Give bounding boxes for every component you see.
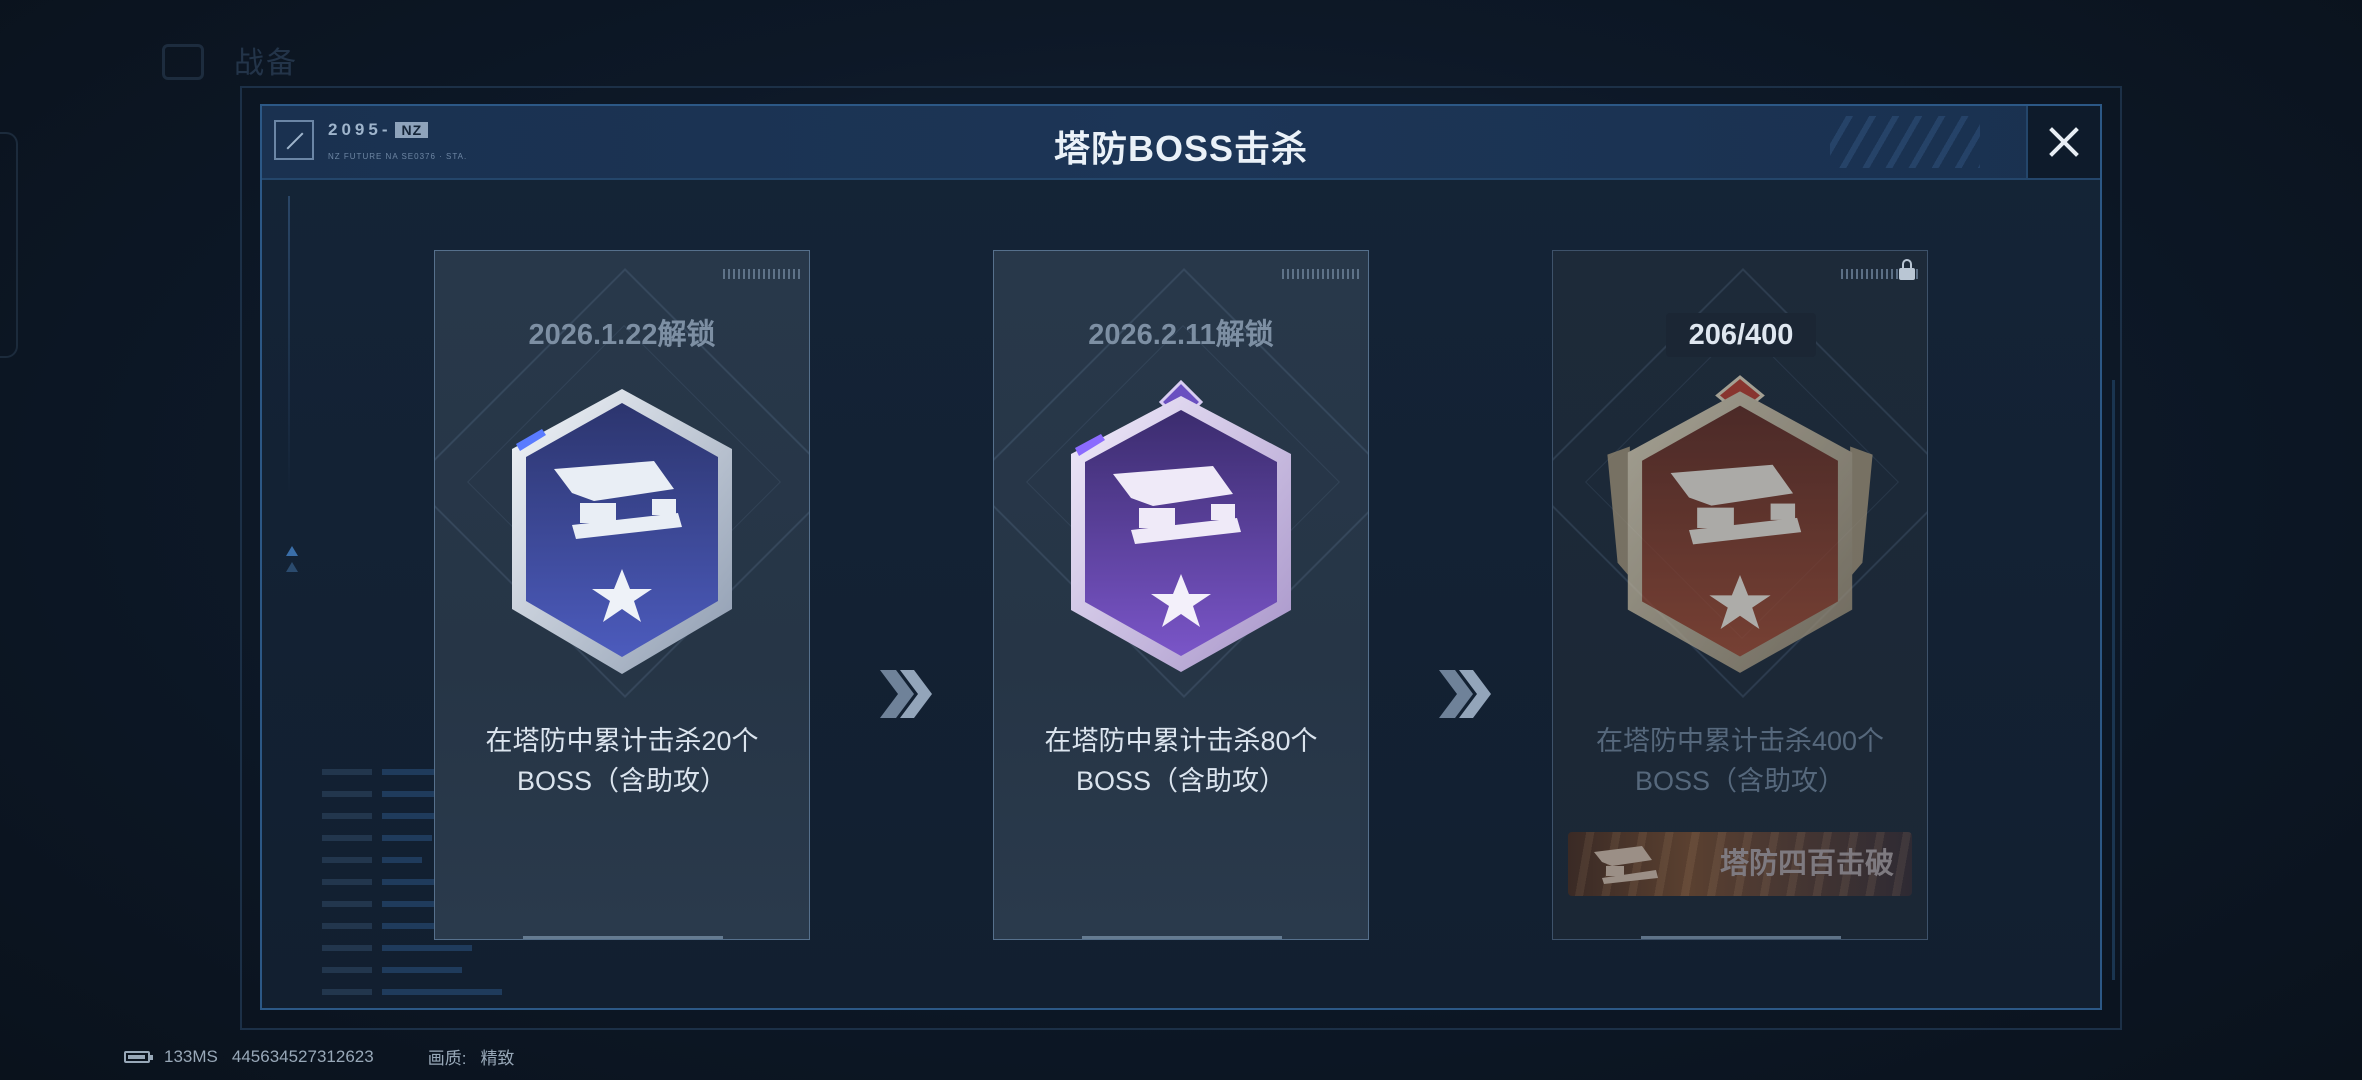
description-line-2: BOSS（含助攻） — [516, 766, 728, 796]
quality-value: 精致 — [480, 1049, 515, 1068]
barcode-decoration — [723, 269, 803, 279]
description-line-1: 在塔防中累计击杀400个 — [1595, 726, 1885, 756]
progress-current: 206 — [1688, 319, 1737, 351]
progress-total: /400 — [1736, 319, 1794, 351]
reward-title-name: 塔防四百击破 — [1719, 848, 1894, 880]
achievement-card-3[interactable]: 206/400 在塔防中累计击杀400个 BOSS（含助攻） 塔防四百击破 — [1552, 250, 1928, 940]
description-line-2: BOSS（含助攻） — [1075, 766, 1287, 796]
card-description: 在塔防中累计击杀400个 BOSS（含助攻） — [1553, 721, 1927, 801]
barcode-decoration — [1282, 269, 1362, 279]
panel-header: 2095- NZ NZ FUTURE NA SE0376 · STA. 塔防BOS… — [262, 106, 2100, 180]
description-line-1: 在塔防中累计击杀80个 — [1044, 726, 1318, 756]
achievement-panel: 2095- NZ NZ FUTURE NA SE0376 · STA. 塔防BOS… — [260, 104, 2102, 1010]
card-description: 在塔防中累计击杀20个 BOSS（含助攻） — [435, 721, 809, 801]
scroll-up-indicator-icon — [286, 546, 298, 556]
ruler-decoration — [288, 196, 290, 496]
background-title-icon — [162, 44, 204, 80]
reward-title-banner[interactable]: 塔防四百击破 — [1568, 832, 1912, 896]
scroll-up-indicator-icon-2 — [286, 562, 298, 572]
left-edge-tab[interactable] — [0, 132, 18, 358]
chevron-double-right-icon — [880, 670, 932, 718]
background-title: 战备 — [234, 47, 298, 80]
unlock-date: 2026.2.11解锁 — [1088, 319, 1274, 351]
description-line-1: 在塔防中累计击杀20个 — [485, 726, 759, 756]
achievement-card-2[interactable]: 2026.2.11解锁 在塔防中累计击杀80个 BOSS（含助攻） — [993, 250, 1369, 940]
turret-icon — [1594, 846, 1658, 884]
badge-silver-icon — [512, 389, 732, 674]
quality-label: 画质: — [427, 1049, 467, 1068]
achievement-card-1[interactable]: 2026.1.22解锁 在塔防中累计击杀20个 BOSS（含助攻） — [434, 250, 810, 940]
close-button[interactable] — [2026, 106, 2100, 178]
panel-title: 塔防BOSS击杀 — [1053, 128, 1309, 169]
battery-icon — [124, 1050, 153, 1063]
card-description: 在塔防中累计击杀80个 BOSS（含助攻） — [994, 721, 1368, 801]
badge-purple-icon — [1071, 379, 1291, 672]
card-bottom-bar — [1641, 936, 1841, 939]
lock-icon — [1899, 259, 1915, 281]
card-bottom-bar — [523, 936, 723, 939]
ping-value: 133MS — [164, 1046, 218, 1066]
description-line-2: BOSS（含助攻） — [1634, 766, 1846, 796]
unlock-date: 2026.1.22解锁 — [528, 319, 716, 351]
status-footer: 133MS 445634527312623 画质: 精致 — [124, 1044, 514, 1069]
player-id: 445634527312623 — [231, 1046, 374, 1066]
badge-bronze-icon — [1607, 375, 1873, 673]
kill-progress: 206/400 — [1666, 313, 1816, 357]
chevron-double-right-icon — [1439, 670, 1491, 718]
card-bottom-bar — [1082, 936, 1282, 939]
